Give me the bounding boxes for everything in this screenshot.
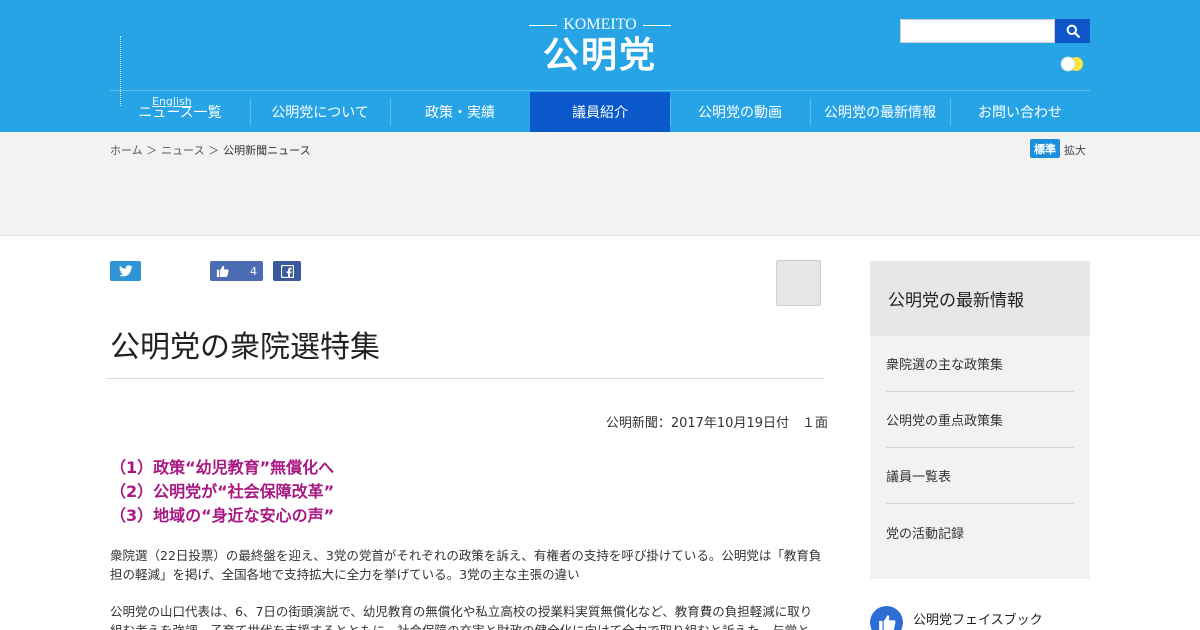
nav-item-latest[interactable]: 公明党の最新情報 <box>810 92 950 132</box>
color-toggle-icon[interactable] <box>1059 56 1085 72</box>
search-icon <box>1066 24 1080 38</box>
breadcrumb-current: 公明新聞ニュース <box>223 144 311 157</box>
nav-item-contact[interactable]: お問い合わせ <box>950 92 1090 132</box>
site-header: KOMEITO 公明党 English ニュース一覧 公明党について 政策・実績… <box>0 0 1200 132</box>
search-input[interactable] <box>900 19 1055 43</box>
sidebar-item-2[interactable]: 公明党の重点政策集 <box>886 392 1074 448</box>
subhead-1: （1）政策“幼児教育”無償化へ <box>110 458 335 477</box>
font-size-large-button[interactable]: 拡大 <box>1064 142 1086 158</box>
nav-item-policy[interactable]: 政策・実績 <box>390 92 530 132</box>
sidebar-list: 衆院選の主な政策集 公明党の重点政策集 議員一覧表 党の活動記録 <box>870 336 1090 560</box>
article-paragraph-1: 衆院選（22日投票）の最終盤を迎え、3党の党首がそれぞれの政策を訴え、有権者の支… <box>110 548 822 582</box>
site-logo[interactable]: KOMEITO 公明党 <box>529 16 671 76</box>
sidebar-item-4[interactable]: 党の活動記録 <box>886 504 1074 560</box>
twitter-share-button[interactable] <box>110 261 141 281</box>
subhead-3: （3）地域の“身近な安心の声” <box>110 506 335 525</box>
twitter-icon <box>118 265 133 277</box>
font-size-standard-button[interactable]: 標準 <box>1030 139 1060 158</box>
thumbs-up-icon <box>216 265 229 277</box>
logo-english: KOMEITO <box>563 16 637 33</box>
like-count: 4 <box>250 264 257 278</box>
subhead-2: （2）公明党が“社会保障改革” <box>110 482 335 501</box>
nav-item-about[interactable]: 公明党について <box>250 92 390 132</box>
search-button[interactable] <box>1055 19 1090 43</box>
facebook-share-button[interactable] <box>273 261 301 281</box>
sidebar-item-1[interactable]: 衆院選の主な政策集 <box>886 336 1074 392</box>
article-subheads: （1）政策“幼児教育”無償化へ （2）公明党が“社会保障改革” （3）地域の“身… <box>110 456 810 528</box>
main-nav: ニュース一覧 公明党について 政策・実績 議員紹介 公明党の動画 公明党の最新情… <box>110 92 1090 132</box>
print-button[interactable] <box>776 260 821 306</box>
facebook-icon <box>280 264 294 278</box>
logo-rule-right <box>642 24 671 26</box>
sidebar-item-3[interactable]: 議員一覧表 <box>886 448 1074 504</box>
sidebar-panel: 公明党の最新情報 衆院選の主な政策集 公明党の重点政策集 議員一覧表 党の活動記… <box>870 261 1090 579</box>
nav-item-members[interactable]: 議員紹介 <box>530 92 670 132</box>
article-paragraph-2: 公明党の山口代表は、6、7日の街頭演説で、幼児教育の無償化や私立高校の授業料実質… <box>110 604 813 630</box>
publication-date: 公明新聞：2017年10月19日付 １面 <box>605 416 828 431</box>
breadcrumb-news[interactable]: ニュース ＞ <box>161 142 219 158</box>
facebook-like-icon <box>870 606 903 630</box>
breadcrumb: ホーム ＞ ニュース ＞ 公明新聞ニュース <box>110 142 311 158</box>
breadcrumb-home[interactable]: ホーム ＞ <box>110 142 157 158</box>
nav-item-videos[interactable]: 公明党の動画 <box>670 92 810 132</box>
nav-top-rule <box>110 90 1090 91</box>
logo-japanese: 公明党 <box>542 35 657 76</box>
logo-rule-left <box>529 24 558 26</box>
facebook-like-button[interactable]: 4 <box>210 261 263 281</box>
nav-item-news[interactable]: ニュース一覧 <box>110 92 250 132</box>
title-divider <box>106 378 825 379</box>
facebook-page-link[interactable]: 公明党フェイスブック <box>870 606 1043 630</box>
sidebar-heading: 公明党の最新情報 <box>870 261 1090 336</box>
facebook-page-label: 公明党フェイスブック <box>913 613 1043 628</box>
article-title: 公明党の衆院選特集 <box>110 330 380 365</box>
